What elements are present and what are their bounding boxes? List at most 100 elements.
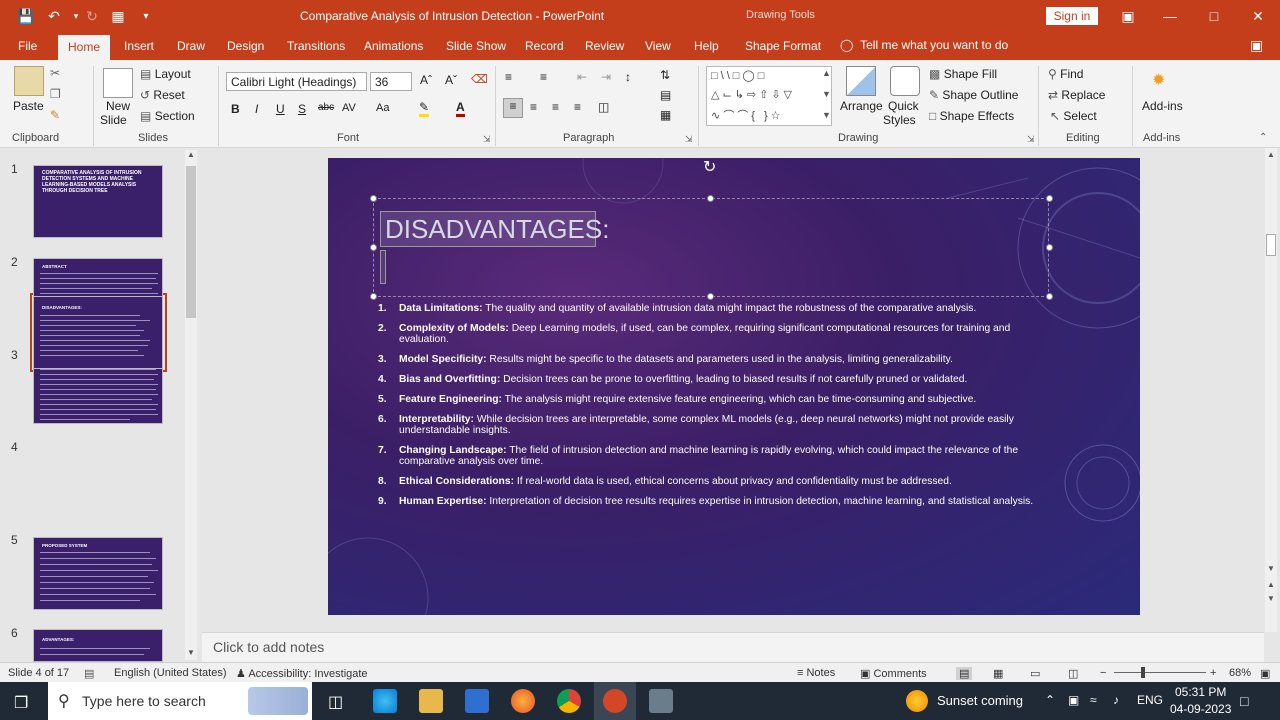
comments-button[interactable]: ▣ Comments [860,667,927,680]
shapes-row-2[interactable]: △⌙↳⇨⇧⇩▽ [711,88,795,101]
arrange-button[interactable]: Arrange [840,99,883,113]
resize-handle[interactable] [1046,244,1053,251]
numbering-icon[interactable]: ≡ [540,70,547,84]
volume-icon[interactable]: ♪ [1113,693,1119,707]
zoom-in-icon[interactable]: + [1210,667,1216,679]
align-text-icon[interactable]: ▤ [660,88,671,102]
weather-text[interactable]: Sunset coming [937,693,1023,708]
next-slide-icon[interactable]: ▼ [1267,594,1275,603]
taskbar-search[interactable]: ⚲ Type here to search [48,682,312,720]
select-button[interactable]: ↖ Select [1050,109,1097,123]
notes-placeholder[interactable]: Click to add notes [213,639,324,655]
tell-me-search[interactable]: ◯ Tell me what you want to do [840,38,1008,52]
tab-transitions[interactable]: Transitions [287,39,345,53]
show-hidden-icons-icon[interactable]: ⌃ [1045,693,1055,707]
add-ins-button[interactable]: Add-ins [1142,99,1183,113]
comments-icon[interactable]: ▣ [1250,37,1263,54]
tab-review[interactable]: Review [585,39,624,53]
new-slide-button-line2[interactable]: Slide [100,113,127,127]
slide-thumbnail-6[interactable]: ADVANTAGES: [33,629,163,662]
resize-handle[interactable] [707,195,714,202]
paragraph-dialog-launcher-icon[interactable]: ⇲ [685,134,693,145]
arrange-icon[interactable] [846,66,876,96]
align-right-icon[interactable]: ≡ [552,100,559,114]
shadow-icon[interactable]: S [298,102,306,116]
scroll-down-icon[interactable]: ▼ [187,648,195,657]
layout-button[interactable]: ▤ Layout [140,67,191,81]
tab-help[interactable]: Help [694,39,719,53]
section-button[interactable]: ▤ Section [140,109,195,123]
resize-handle[interactable] [370,195,377,202]
replace-button[interactable]: ⇄ Replace [1048,88,1105,102]
slide-thumbnail-1[interactable]: COMPARATIVE ANALYSIS OF INTRUSION DETECT… [33,165,163,238]
shape-effects-button[interactable]: □ Shape Effects [929,109,1014,123]
collapse-ribbon-icon[interactable]: ⌃ [1259,132,1267,143]
customize-qat-icon[interactable]: ▾ [136,6,156,26]
slide-title[interactable]: DISADVANTAGES: [380,211,609,247]
previous-slide-icon[interactable]: ▲ [1267,580,1275,589]
windows-start-icon[interactable]: ❐ [14,693,28,713]
network-icon[interactable]: ▣ [1068,693,1079,707]
quick-styles-button[interactable]: Quick [888,99,919,113]
align-left-icon[interactable]: ≡ [503,98,523,118]
highlight-icon[interactable]: ✎ [419,100,430,117]
slide-thumbnail-5[interactable]: PROPOSED SYSTEM [33,537,163,610]
quick-styles-icon[interactable] [890,66,920,96]
shapes-scroll-down-icon[interactable]: ▼ [822,89,831,99]
canvas-scrollbar[interactable]: ▲ ▼ ▲ ▼ [1265,148,1277,632]
clear-formatting-icon[interactable]: ⌫ [471,72,488,86]
firefox-icon[interactable] [511,689,535,713]
tab-draw[interactable]: Draw [177,39,205,53]
tab-view[interactable]: View [645,39,671,53]
cut-icon[interactable]: ✂ [50,66,60,80]
tab-shape-format[interactable]: Shape Format [745,39,821,53]
resize-handle[interactable] [707,293,714,300]
tab-home[interactable]: Home [58,35,111,60]
clock-time[interactable]: 05:31 PM [1175,685,1226,699]
file-explorer-icon[interactable] [419,689,443,713]
zoom-slider-thumb[interactable] [1141,667,1145,678]
save-icon[interactable]: 💾 [16,6,36,26]
paste-icon[interactable] [14,66,44,96]
tab-design[interactable]: Design [227,39,264,53]
bullets-icon[interactable]: ≡ [505,70,512,84]
scroll-down-icon[interactable]: ▼ [1267,564,1275,573]
character-spacing-icon[interactable]: AV [342,102,356,114]
notifications-icon[interactable]: □ [1240,693,1248,709]
scroll-thumb[interactable] [186,166,196,318]
present-icon[interactable]: ▦ [108,6,128,26]
rotate-handle-icon[interactable]: ↻ [703,157,716,177]
zoom-slider-track[interactable] [1114,672,1206,673]
disadvantages-list[interactable]: 1. Data Limitations: The quality and quan… [378,303,1048,516]
resize-handle[interactable] [1046,195,1053,202]
font-family-select[interactable]: Calibri Light (Headings) [226,72,367,91]
undo-icon[interactable]: ↶ [44,6,64,26]
resize-handle[interactable] [370,293,377,300]
line-spacing-icon[interactable]: ↕ [625,70,631,84]
drawing-dialog-launcher-icon[interactable]: ⇲ [1027,134,1035,145]
reading-view-icon[interactable]: ▭ [1030,667,1040,680]
copy-icon[interactable]: ❐ [50,87,61,101]
weather-icon[interactable] [906,690,928,712]
minimize-icon[interactable]: — [1160,6,1180,26]
increase-indent-icon[interactable]: ⇥ [601,70,611,84]
slide-sorter-icon[interactable]: ▦ [993,667,1003,680]
fit-to-window-icon[interactable]: ▣ [1260,667,1270,680]
notes-pane[interactable]: Click to add notes [202,632,1264,662]
thumbnail-scrollbar[interactable]: ▲ ▼ [185,150,197,660]
sign-in-button[interactable]: Sign in [1046,7,1098,25]
photos-icon[interactable] [649,689,673,713]
normal-view-icon[interactable]: ▤ [956,667,973,680]
shapes-row-1[interactable]: □\\□◯□ [711,69,767,82]
shape-outline-button[interactable]: ✎ Shape Outline [929,88,1018,102]
quick-styles-button-line2[interactable]: Styles [883,113,916,127]
text-direction-icon[interactable]: ⇅ [660,68,670,82]
scroll-thumb[interactable] [1266,234,1276,256]
underline-icon[interactable]: U [276,102,285,116]
shapes-gallery[interactable]: □\\□◯□ △⌙↳⇨⇧⇩▽ ∿⌒⌒{ }☆ [706,66,832,126]
find-button[interactable]: ⚲ Find [1048,67,1083,81]
input-language[interactable]: ENG [1137,693,1163,707]
task-view-icon[interactable]: ◫ [328,692,343,712]
reset-button[interactable]: ↺ Reset [140,88,185,102]
shape-fill-button[interactable]: ▩ Shape Fill [929,67,997,81]
